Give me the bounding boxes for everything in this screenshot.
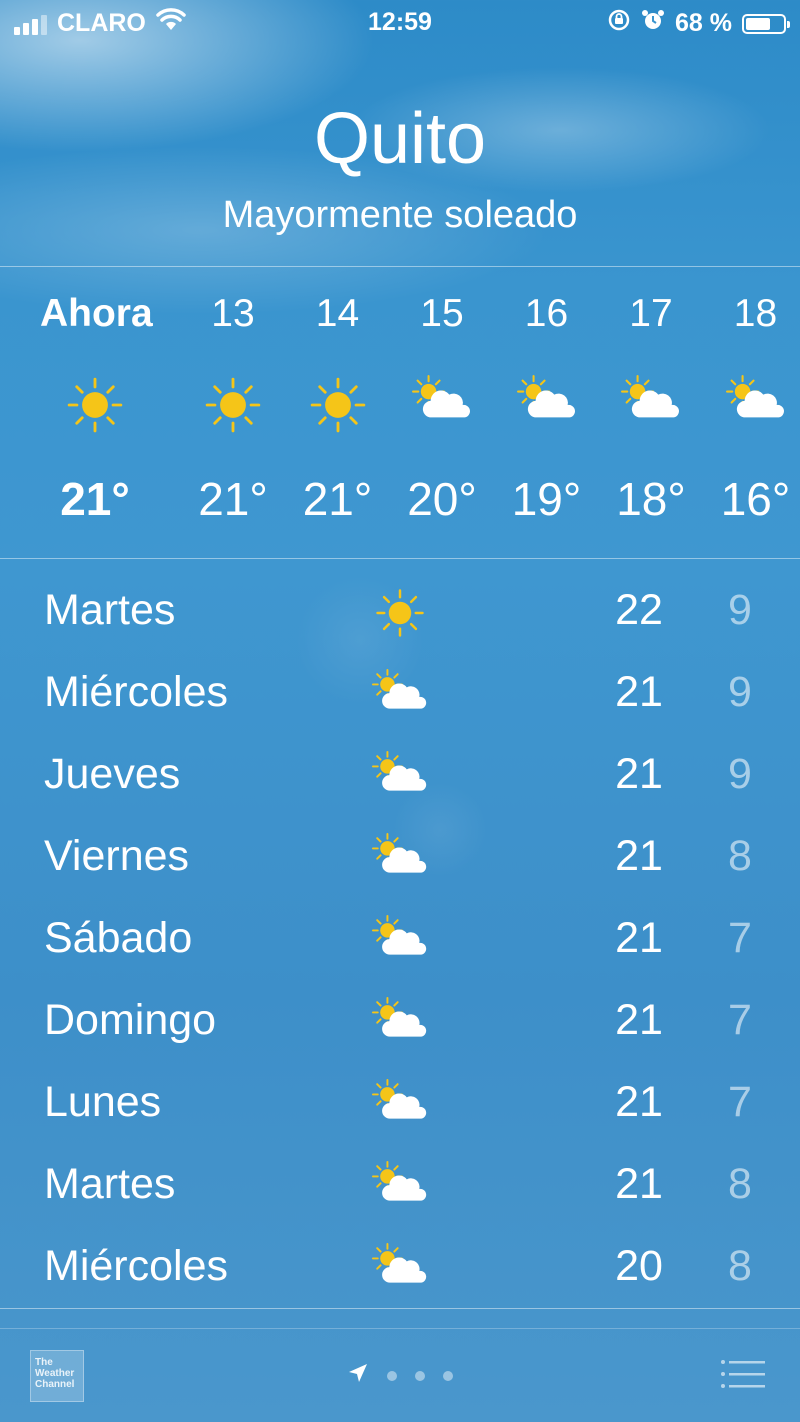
daily-row: Martes 22 9	[0, 570, 800, 652]
daily-row: Martes 21 8	[0, 1144, 800, 1226]
hourly-item: 14 21°	[283, 268, 393, 558]
partly-cloudy-icon	[360, 1078, 440, 1124]
day-high-temp: 20	[615, 1242, 663, 1290]
daily-row: Domingo 21 7	[0, 980, 800, 1062]
list-icon[interactable]	[720, 1358, 766, 1390]
location-arrow-icon	[347, 1362, 369, 1389]
partly-cloudy-icon	[360, 832, 440, 878]
partly-cloudy-icon	[360, 996, 440, 1042]
partly-cloudy-icon	[360, 1242, 440, 1288]
day-name: Miércoles	[44, 668, 228, 716]
battery-icon	[742, 13, 790, 34]
day-low-temp: 7	[728, 996, 752, 1044]
hour-temperature: 21°	[60, 473, 130, 525]
day-low-temp: 9	[728, 750, 752, 798]
sun-icon	[178, 374, 288, 436]
hour-temperature: 18°	[616, 473, 686, 525]
hourly-item: 15 20°	[387, 268, 497, 558]
hour-label: 16	[524, 292, 569, 335]
hour-temperature: 20°	[407, 473, 477, 525]
divider-hourly	[0, 558, 800, 559]
daily-row: Lunes 21 7	[0, 1062, 800, 1144]
bottom-toolbar: The Weather Channel	[0, 1328, 800, 1422]
day-high-temp: 21	[615, 668, 663, 716]
hourly-item: 16 19°	[492, 268, 602, 558]
page-dot[interactable]	[387, 1370, 397, 1381]
day-high-temp: 21	[615, 1078, 663, 1126]
day-low-temp: 8	[728, 832, 752, 880]
hour-temperature: 16°	[720, 473, 791, 525]
partly-cloudy-icon	[360, 914, 440, 960]
hour-label: 18	[733, 292, 778, 335]
day-low-temp: 8	[728, 1242, 752, 1290]
hourly-item: 17 18°	[596, 268, 706, 558]
day-high-temp: 21	[615, 996, 663, 1044]
page-dot[interactable]	[415, 1370, 425, 1381]
day-low-temp: 9	[728, 668, 752, 716]
page-indicator[interactable]	[0, 1362, 800, 1389]
daily-row: Viernes 21 8	[0, 816, 800, 898]
alarm-icon	[641, 8, 665, 39]
hour-temperature: 21°	[198, 473, 268, 525]
partly-cloudy-icon	[387, 374, 497, 424]
day-name: Viernes	[44, 832, 190, 880]
partly-cloudy-icon	[360, 1160, 440, 1206]
status-bar: CLARO 12:59 68 %	[0, 0, 800, 44]
partly-cloudy-icon	[360, 668, 440, 714]
day-name: Miércoles	[44, 1242, 228, 1290]
day-name: Martes	[44, 1160, 176, 1208]
partly-cloudy-icon	[701, 374, 800, 424]
partly-cloudy-icon	[492, 374, 602, 424]
divider-top	[0, 266, 800, 267]
hour-temperature: 19°	[511, 473, 582, 525]
battery-percent: 68 %	[675, 9, 732, 37]
daily-row: Miércoles 20 8	[0, 1226, 800, 1308]
hour-label: 14	[315, 292, 360, 335]
current-condition: Mayormente soleado	[222, 194, 578, 236]
day-low-temp: 8	[728, 1160, 752, 1208]
day-name: Domingo	[44, 996, 217, 1044]
status-right: 68 %	[607, 8, 790, 39]
day-name: Sábado	[44, 914, 193, 962]
day-high-temp: 21	[615, 1160, 663, 1208]
hour-temperature: 21°	[302, 473, 373, 525]
rotation-lock-icon	[607, 8, 631, 39]
day-name: Jueves	[44, 750, 181, 798]
hourly-forecast[interactable]: Ahora 21° 13 21° 14 21° 15 20° 16 19° 17…	[0, 268, 800, 558]
day-low-temp: 7	[728, 914, 752, 962]
page-dot[interactable]	[443, 1370, 453, 1381]
divider-bottom	[0, 1308, 800, 1309]
city-name: Quito	[313, 99, 487, 179]
day-high-temp: 21	[615, 914, 663, 962]
daily-row: Jueves 21 9	[0, 734, 800, 816]
hourly-item: 18 16°	[701, 268, 800, 558]
hour-label: Ahora	[40, 292, 153, 335]
hour-label: 17	[629, 292, 673, 335]
day-high-temp: 21	[615, 832, 663, 880]
day-high-temp: 21	[615, 750, 663, 798]
daily-row: Miércoles 21 9	[0, 652, 800, 734]
partly-cloudy-icon	[596, 374, 706, 424]
day-low-temp: 9	[728, 586, 752, 634]
day-low-temp: 7	[728, 1078, 752, 1126]
daily-row: Sábado 21 7	[0, 898, 800, 980]
day-high-temp: 22	[615, 586, 663, 634]
sun-icon	[40, 374, 150, 436]
sun-icon	[360, 586, 440, 640]
day-name: Lunes	[44, 1078, 162, 1126]
day-name: Martes	[44, 586, 176, 634]
hour-label: 13	[211, 292, 255, 335]
sun-icon	[283, 374, 393, 436]
hourly-item: 13 21°	[178, 268, 288, 558]
hourly-item: Ahora 21°	[40, 268, 153, 558]
partly-cloudy-icon	[360, 750, 440, 796]
hour-label: 15	[420, 292, 464, 335]
